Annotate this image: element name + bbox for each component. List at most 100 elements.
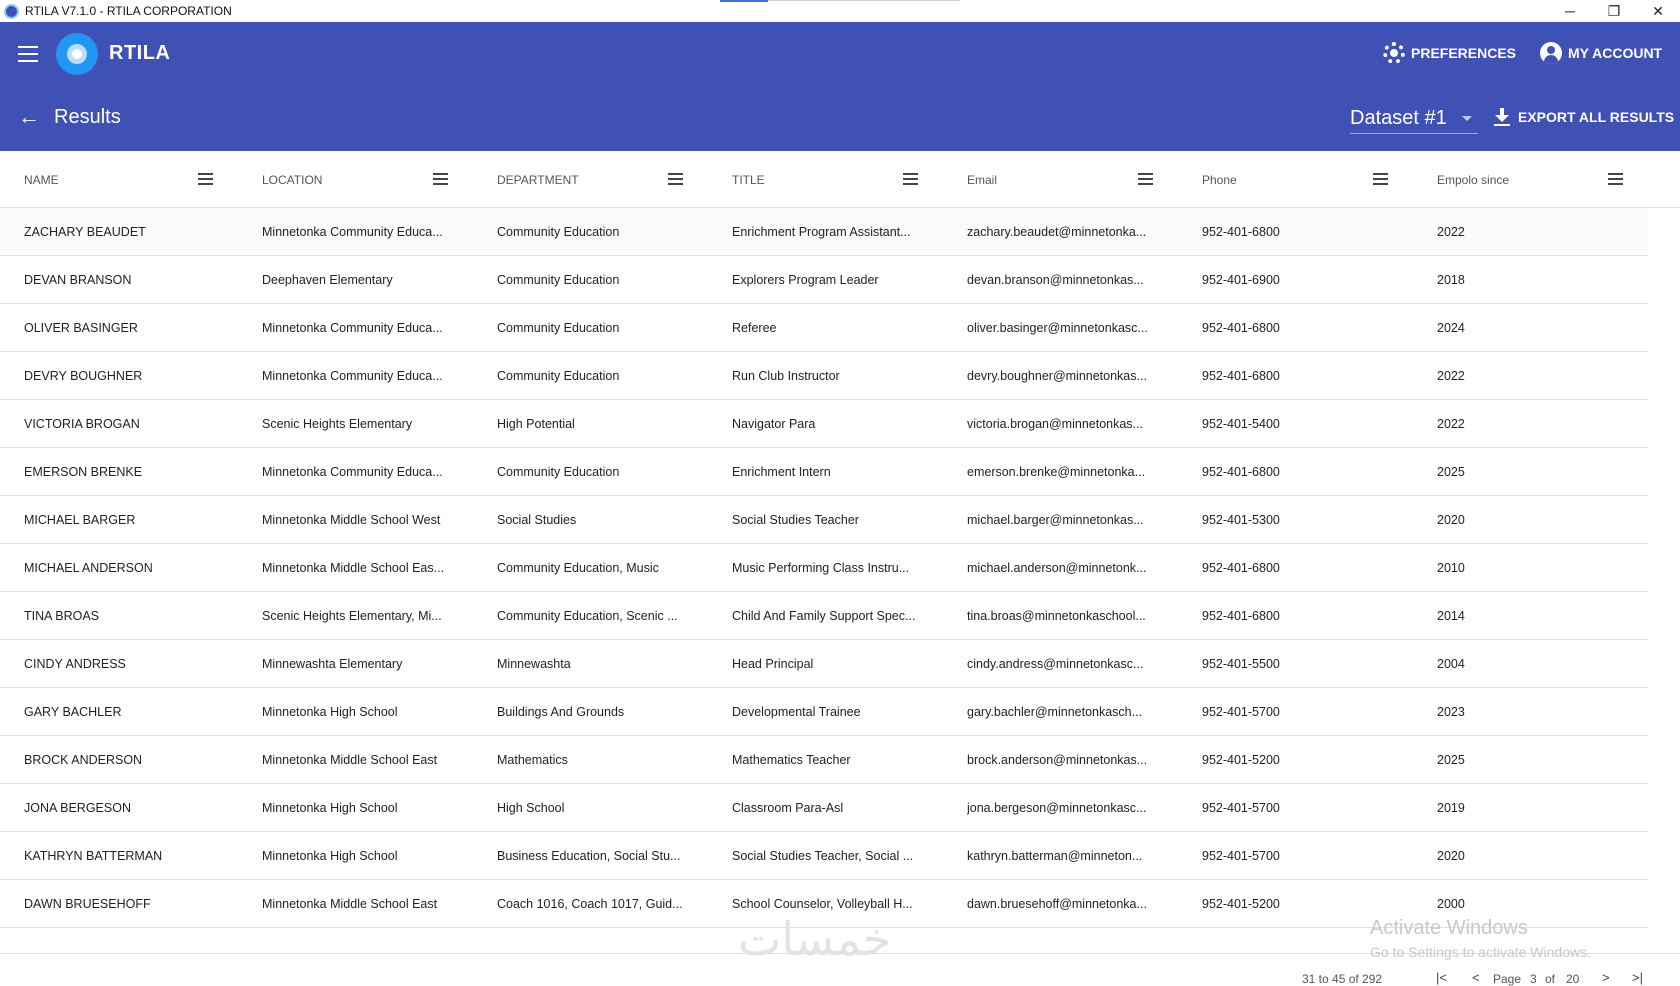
previous-page-button[interactable]: < xyxy=(1472,970,1480,985)
cell-location: Deephaven Elementary xyxy=(262,273,393,287)
dataset-select-value: Dataset #1 xyxy=(1350,106,1447,129)
results-table: NAME LOCATION DEPARTMENT TITLE Email Phone Emp… xyxy=(0,151,1680,928)
column-header-location[interactable]: LOCATION xyxy=(262,151,322,208)
cell-email: tina.broas@minnetonkaschool... xyxy=(967,609,1146,623)
menu-icon[interactable] xyxy=(18,46,38,62)
my-account-label: MY ACCOUNT xyxy=(1568,45,1663,61)
cell-phone: 952-401-5200 xyxy=(1202,897,1280,911)
export-all-results-button[interactable]: EXPORT ALL RESULTS xyxy=(1494,108,1674,126)
table-row[interactable]: ZACHARY BEAUDET Minnetonka Community Educ… xyxy=(0,208,1648,256)
account-circle-icon xyxy=(1540,42,1562,64)
table-row[interactable]: DEVAN BRANSON Deephaven Elementary Communi… xyxy=(0,256,1648,304)
column-menu-icon[interactable] xyxy=(1373,173,1388,185)
table-row[interactable]: MICHAEL BARGER Minnetonka Middle School W… xyxy=(0,496,1648,544)
cell-phone: 952-401-6800 xyxy=(1202,465,1280,479)
cell-employed-since: 2014 xyxy=(1437,609,1465,623)
current-page: 3 xyxy=(1530,972,1537,986)
column-menu-icon[interactable] xyxy=(1608,173,1623,185)
table-row[interactable]: GARY BACHLER Minnetonka High School Buildi… xyxy=(0,688,1648,736)
restore-button[interactable]: ❐ xyxy=(1592,0,1636,22)
column-menu-icon[interactable] xyxy=(1138,173,1153,185)
column-menu-icon[interactable] xyxy=(903,173,918,185)
close-button[interactable]: ✕ xyxy=(1636,0,1680,22)
cell-department: Community Education xyxy=(497,225,620,239)
top-toolbar: RTILA PREFERENCES MY ACCOUNT xyxy=(0,22,1680,86)
cell-phone: 952-401-5500 xyxy=(1202,657,1280,671)
cell-employed-since: 2010 xyxy=(1437,561,1465,575)
titlebar-divider xyxy=(768,0,960,1)
column-header-department[interactable]: DEPARTMENT xyxy=(497,151,579,208)
cell-email: cindy.andress@minnetonkasc... xyxy=(967,657,1144,671)
column-header-phone[interactable]: Phone xyxy=(1202,151,1237,208)
table-row[interactable]: DEVRY BOUGHNER Minnetonka Community Educa… xyxy=(0,352,1648,400)
column-header-title[interactable]: TITLE xyxy=(732,151,765,208)
cell-title: Referee xyxy=(732,321,777,335)
table-row[interactable]: TINA BROAS Scenic Heights Elementary, Mi.… xyxy=(0,592,1648,640)
cell-name: JONA BERGESON xyxy=(24,801,131,815)
cell-name: EMERSON BRENKE xyxy=(24,465,143,479)
window-title: RTILA V7.1.0 - RTILA CORPORATION xyxy=(25,4,232,18)
back-arrow-icon[interactable]: ← xyxy=(18,106,40,128)
table-row[interactable]: KATHRYN BATTERMAN Minnetonka High School B… xyxy=(0,832,1648,880)
cell-title: Developmental Trainee xyxy=(732,705,861,719)
table-row[interactable]: CINDY ANDRESS Minnewashta Elementary Minne… xyxy=(0,640,1648,688)
column-menu-icon[interactable] xyxy=(433,173,448,185)
cell-location: Minnetonka Community Educa... xyxy=(262,321,443,335)
next-page-button[interactable]: > xyxy=(1602,970,1610,985)
cell-location: Minnetonka Community Educa... xyxy=(262,369,443,383)
column-menu-icon[interactable] xyxy=(198,173,213,185)
column-header-email[interactable]: Email xyxy=(967,151,997,208)
app-toolbar: RTILA PREFERENCES MY ACCOUNT ← Results D… xyxy=(0,22,1680,151)
select-underline xyxy=(1350,133,1478,134)
cell-department: Social Studies xyxy=(497,513,577,527)
activate-title: Activate Windows xyxy=(1370,917,1528,939)
cell-name: CINDY ANDRESS xyxy=(24,657,126,671)
cell-employed-since: 2022 xyxy=(1437,417,1465,431)
cell-name: MICHAEL BARGER xyxy=(24,513,136,527)
cell-employed-since: 2022 xyxy=(1437,369,1465,383)
cell-location: Minnetonka High School xyxy=(262,705,398,719)
cell-title: Classroom Para-Asl xyxy=(732,801,844,815)
table-row[interactable]: EMERSON BRENKE Minnetonka Community Educa… xyxy=(0,448,1648,496)
my-account-button[interactable]: MY ACCOUNT xyxy=(1540,42,1662,64)
activate-subtitle: Go to Settings to activate Windows. xyxy=(1370,944,1591,960)
cell-location: Scenic Heights Elementary, Mi... xyxy=(262,609,442,623)
column-menu-icon[interactable] xyxy=(668,173,683,185)
table-row[interactable]: OLIVER BASINGER Minnetonka Community Educ… xyxy=(0,304,1648,352)
cell-name: BROCK ANDERSON xyxy=(24,753,143,767)
cell-employed-since: 2025 xyxy=(1437,465,1465,479)
preferences-button[interactable]: PREFERENCES xyxy=(1383,42,1516,64)
cell-title: Mathematics Teacher xyxy=(732,753,851,767)
column-header-name[interactable]: NAME xyxy=(24,151,59,208)
rtila-logo xyxy=(56,33,98,75)
table-row[interactable]: BROCK ANDERSON Minnetonka Middle School E… xyxy=(0,736,1648,784)
cell-title: Enrichment Intern xyxy=(732,465,831,479)
cell-name: TINA BROAS xyxy=(24,609,100,623)
table-body: ZACHARY BEAUDET Minnetonka Community Educ… xyxy=(0,208,1680,928)
app-icon xyxy=(4,3,19,19)
last-page-button[interactable]: >| xyxy=(1632,970,1643,985)
first-page-button[interactable]: |< xyxy=(1436,970,1447,985)
table-row[interactable]: MICHAEL ANDERSON Minnetonka Middle School… xyxy=(0,544,1648,592)
dataset-select[interactable]: Dataset #1 xyxy=(1350,100,1478,136)
cell-department: Community Education, Scenic ... xyxy=(497,609,678,623)
page-title: Results xyxy=(54,106,121,128)
cell-name: ZACHARY BEAUDET xyxy=(24,225,146,239)
cell-phone: 952-401-5300 xyxy=(1202,513,1280,527)
table-row[interactable]: VICTORIA BROGAN Scenic Heights Elementary… xyxy=(0,400,1648,448)
cell-employed-since: 2023 xyxy=(1437,705,1465,719)
cell-location: Minnetonka Community Educa... xyxy=(262,465,443,479)
gear-icon xyxy=(1383,42,1405,64)
cell-name: KATHRYN BATTERMAN xyxy=(24,849,163,863)
total-pages: 20 xyxy=(1566,972,1580,986)
cell-department: Business Education, Social Stu... xyxy=(497,849,681,863)
cell-name: OLIVER BASINGER xyxy=(24,321,138,335)
table-row[interactable]: JONA BERGESON Minnetonka High School High … xyxy=(0,784,1648,832)
titlebar-accent xyxy=(720,0,768,2)
cell-location: Minnewashta Elementary xyxy=(262,657,403,671)
cell-location: Minnetonka Middle School West xyxy=(262,513,441,527)
minimize-button[interactable]: ─ xyxy=(1548,0,1592,22)
column-header-employed-since[interactable]: Empolo since xyxy=(1437,151,1509,208)
cell-phone: 952-401-5700 xyxy=(1202,849,1280,863)
cell-title: Social Studies Teacher, Social ... xyxy=(732,849,914,863)
